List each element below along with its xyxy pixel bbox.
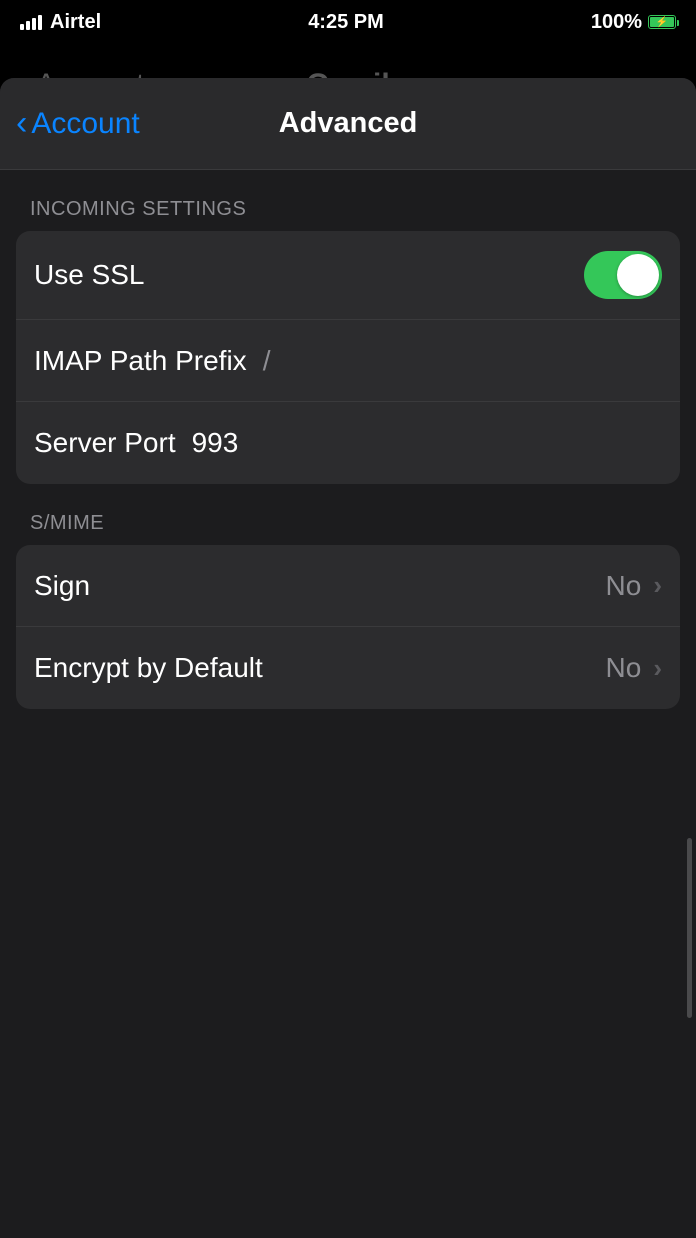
- status-right: 100% ⚡: [591, 11, 676, 34]
- sign-value: No: [606, 570, 642, 602]
- modal-sheet: ‹ Account Advanced Incoming Settings Use…: [0, 78, 696, 1238]
- section-header-smime: S/MIME: [0, 484, 696, 545]
- imap-prefix-label: IMAP Path Prefix: [34, 345, 247, 377]
- battery-icon: ⚡: [648, 15, 676, 29]
- server-port-value: 993: [192, 427, 239, 459]
- use-ssl-label: Use SSL: [34, 259, 145, 291]
- chevron-right-icon: ›: [653, 570, 662, 601]
- signal-icon: [20, 15, 42, 30]
- imap-prefix-value: /: [263, 345, 271, 377]
- status-time: 4:25 PM: [308, 11, 384, 34]
- sign-label: Sign: [34, 570, 90, 602]
- back-label: Account: [31, 107, 139, 141]
- status-bar: Airtel 4:25 PM 100% ⚡: [0, 0, 696, 44]
- back-button[interactable]: ‹ Account: [16, 104, 140, 143]
- encrypt-label: Encrypt by Default: [34, 652, 263, 684]
- status-left: Airtel: [20, 11, 101, 34]
- section-header-incoming: Incoming Settings: [0, 170, 696, 231]
- chevron-left-icon: ‹: [16, 104, 27, 143]
- row-imap-prefix[interactable]: IMAP Path Prefix /: [16, 320, 680, 402]
- scrollbar[interactable]: [687, 838, 692, 1018]
- row-encrypt[interactable]: Encrypt by Default No ›: [16, 627, 680, 709]
- row-sign[interactable]: Sign No ›: [16, 545, 680, 627]
- chevron-right-icon: ›: [653, 653, 662, 684]
- nav-bar: ‹ Account Advanced: [0, 78, 696, 170]
- group-smime: Sign No › Encrypt by Default No ›: [16, 545, 680, 709]
- server-port-label: Server Port: [34, 427, 176, 459]
- battery-percent: 100%: [591, 11, 642, 34]
- use-ssl-toggle[interactable]: [584, 251, 662, 299]
- content: Incoming Settings Use SSL IMAP Path Pref…: [0, 170, 696, 1238]
- carrier-label: Airtel: [50, 11, 101, 34]
- page-title: Advanced: [279, 107, 418, 140]
- encrypt-value: No: [606, 652, 642, 684]
- row-use-ssl: Use SSL: [16, 231, 680, 320]
- group-incoming: Use SSL IMAP Path Prefix / Server Port 9…: [16, 231, 680, 484]
- row-server-port[interactable]: Server Port 993: [16, 402, 680, 484]
